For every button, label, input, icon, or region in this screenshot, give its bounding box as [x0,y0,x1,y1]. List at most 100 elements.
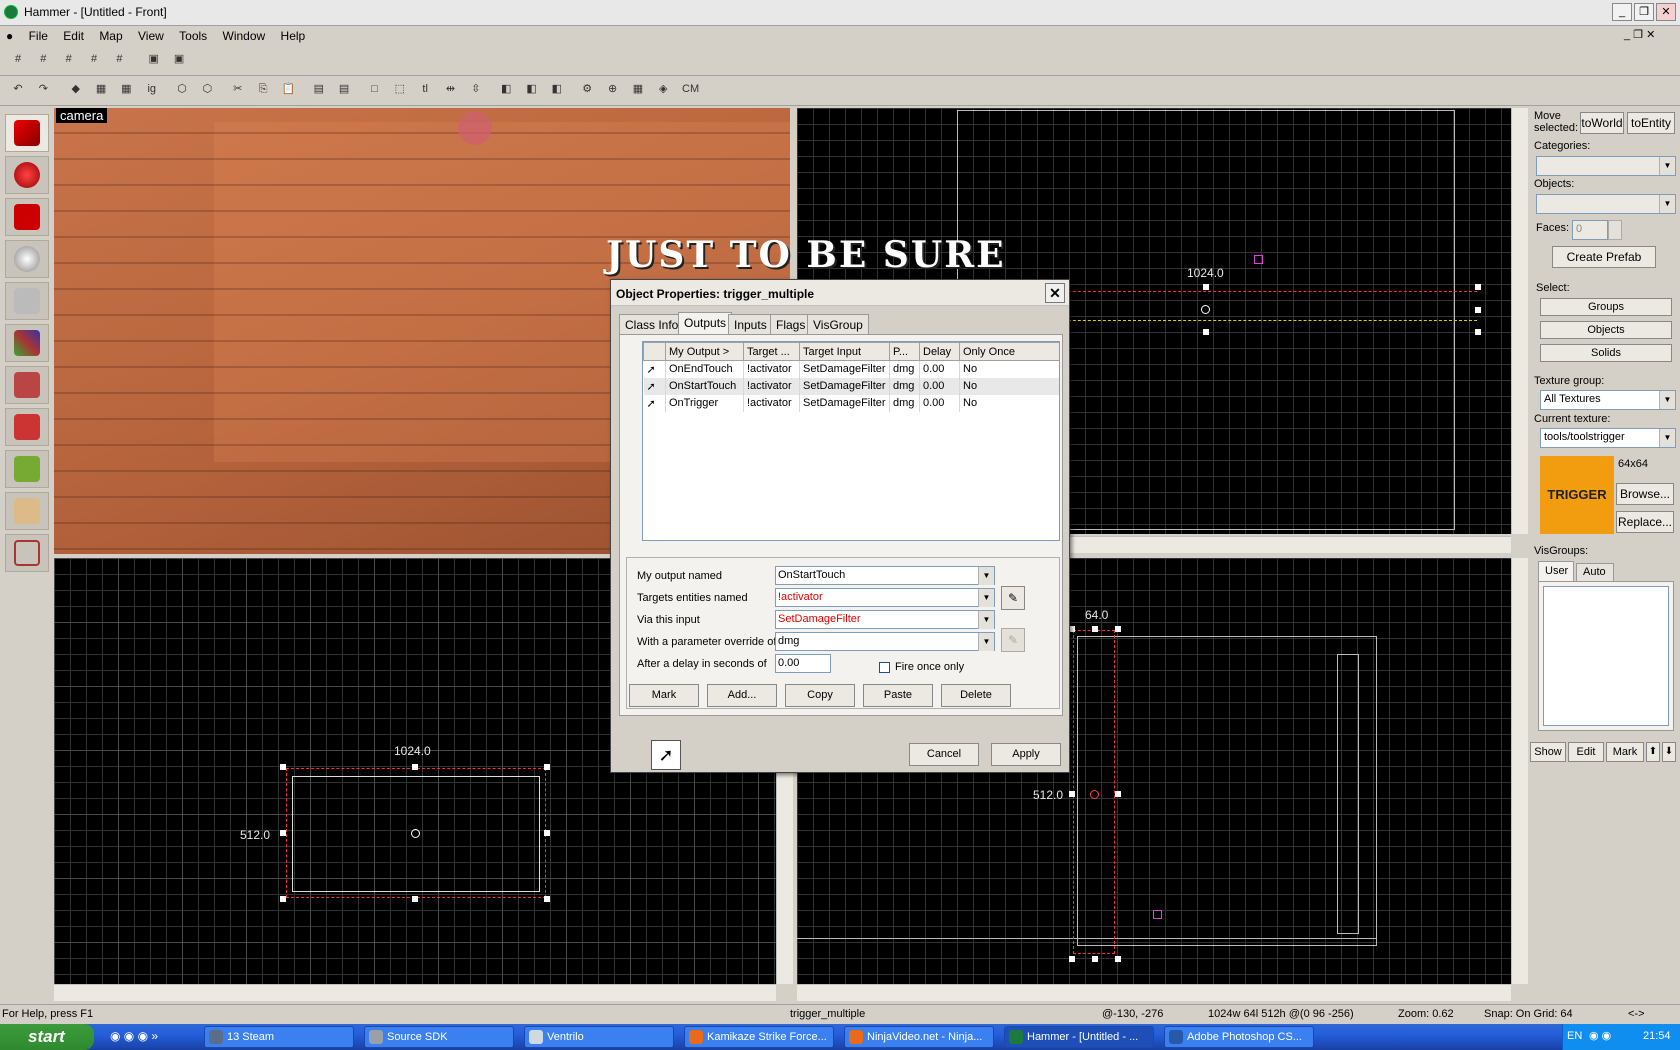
resize-handle[interactable] [544,764,550,770]
apply-decal-tool-icon[interactable] [5,366,49,404]
select-by-handles-icon[interactable]: ⬚ [390,80,410,98]
resize-handle[interactable] [1092,626,1098,632]
replace-texture-icon[interactable]: ▤ [334,80,354,98]
resize-handle[interactable] [280,764,286,770]
via-input-combo[interactable]: SetDamageFilter ▼ [775,610,995,629]
mark-button[interactable]: Mark [629,684,699,707]
task-steam[interactable]: 13 Steam [204,1026,354,1048]
table-row[interactable]: ➚ OnStartTouch !activator SetDamageFilte… [643,377,1059,395]
resize-handle[interactable] [1475,307,1481,313]
grid-larger-icon[interactable]: # [109,50,129,68]
resize-handle[interactable] [412,896,418,902]
undo-icon[interactable]: ↶ [8,80,28,98]
task-source-sdk[interactable]: Source SDK [364,1026,514,1048]
tab-outputs[interactable]: Outputs [678,312,733,334]
resize-handle[interactable] [1203,284,1209,290]
column-delay[interactable]: Delay [919,342,960,361]
flip-vertical-icon[interactable]: ⇳ [466,80,486,98]
run-map-icon[interactable]: ◆ [66,80,86,98]
select-solids-button[interactable]: Solids [1540,344,1672,362]
menu-tools[interactable]: Tools [173,26,213,43]
3d-grid-icon[interactable]: # [33,50,53,68]
fire-once-checkbox[interactable] [879,662,890,673]
language-indicator[interactable]: EN [1567,1030,1582,1042]
toggle-helpers-icon[interactable]: ◧ [522,80,542,98]
group-icon[interactable]: ▣ [144,50,164,68]
categories-dropdown[interactable]: ▼ [1536,156,1676,176]
hollow-icon[interactable]: ⬡ [197,80,217,98]
tab-inputs[interactable]: Inputs [728,314,773,334]
side-view-vscroll[interactable] [1511,558,1528,984]
top-view-vscroll[interactable] [1511,108,1528,534]
resize-handle[interactable] [1092,956,1098,962]
cordon-mode-label[interactable]: CM [679,80,703,98]
cancel-button[interactable]: Cancel [909,743,979,766]
visgroup-show-button[interactable]: Show [1530,742,1566,762]
restore-button[interactable]: ❐ [1634,3,1654,21]
cut-icon[interactable]: ✂ [228,80,248,98]
front-view-hscroll[interactable] [54,984,776,1001]
toggle-models-icon[interactable]: ◧ [496,80,516,98]
paste-icon[interactable]: 📋 [278,80,298,98]
map-properties-icon[interactable]: ▦ [628,80,648,98]
paste-button[interactable]: Paste [863,684,933,707]
replace-button[interactable]: Replace... [1616,511,1674,533]
texture-group-dropdown[interactable]: All Textures ▼ [1540,390,1676,410]
tab-visgroup[interactable]: VisGroup [807,314,869,334]
visgroups-user-tab[interactable]: User [1538,561,1574,581]
clipping-tool-icon[interactable] [5,450,49,488]
menu-edit[interactable]: Edit [57,26,90,43]
close-icon[interactable]: ✕ [1045,283,1065,303]
texture-tool-icon[interactable] [5,324,49,362]
faces-spinner[interactable] [1608,220,1622,240]
resize-handle[interactable] [1475,329,1481,335]
parameter-combo[interactable]: dmg ▼ [775,632,995,651]
tray-icons[interactable]: ◉ ◉ [1589,1029,1611,1042]
vertex-tool-icon[interactable] [5,492,49,530]
output-named-combo[interactable]: OnStartTouch ▼ [775,566,995,585]
to-entity-button[interactable]: toEntity [1627,112,1675,134]
resize-handle[interactable] [544,830,550,836]
apply-button[interactable]: Apply [991,743,1061,766]
resize-handle[interactable] [1475,284,1481,290]
resize-handle[interactable] [1069,791,1075,797]
grid-smaller-icon[interactable]: # [84,50,104,68]
ungroup-icon[interactable]: ▣ [169,50,189,68]
copy-button[interactable]: Copy [785,684,855,707]
visgroups-list[interactable] [1543,586,1669,726]
resize-handle[interactable] [280,896,286,902]
resize-handle[interactable] [1115,956,1121,962]
menu-file[interactable]: File [23,26,54,43]
start-button[interactable]: start [0,1024,94,1050]
to-world-button[interactable]: toWorld [1580,112,1624,134]
tab-class-info[interactable]: Class Info [619,314,685,334]
menu-window[interactable]: Window [217,26,272,43]
menu-view[interactable]: View [132,26,170,43]
compile-icon[interactable]: ◈ [653,80,673,98]
mdi-window-controls[interactable]: _ ❐ ✕ [1624,28,1655,41]
column-target[interactable]: Target ... [743,342,800,361]
resize-handle[interactable] [1203,329,1209,335]
resize-handle[interactable] [1115,626,1121,632]
grid-toggle-icon[interactable]: # [8,50,28,68]
camera-tool-icon[interactable] [5,198,49,236]
resize-handle[interactable] [280,830,286,836]
objects-dropdown[interactable]: ▼ [1536,194,1676,214]
entity-tool-icon[interactable] [5,240,49,278]
side-view-hscroll[interactable] [797,984,1511,1001]
ignore-groups-icon[interactable]: ig [142,80,162,98]
minimize-button[interactable]: _ [1612,3,1632,21]
resize-handle[interactable] [544,896,550,902]
delay-input[interactable]: 0.00 [775,654,831,673]
resize-handle[interactable] [1115,791,1121,797]
move-up-icon[interactable]: ⬆ [1646,742,1660,762]
toggle-radius-icon[interactable]: ◧ [547,80,567,98]
visgroup-mark-button[interactable]: Mark [1606,742,1644,762]
column-parameter[interactable]: P... [889,342,920,361]
redo-icon[interactable]: ↷ [33,80,53,98]
current-texture-dropdown[interactable]: tools/toolstrigger ▼ [1540,428,1676,448]
select-objects-button[interactable]: Objects [1540,321,1672,339]
overlay-tool-icon[interactable] [5,408,49,446]
table-row[interactable]: ➚ OnTrigger !activator SetDamageFilter d… [643,394,1059,412]
select-box-icon[interactable]: □ [364,80,384,98]
